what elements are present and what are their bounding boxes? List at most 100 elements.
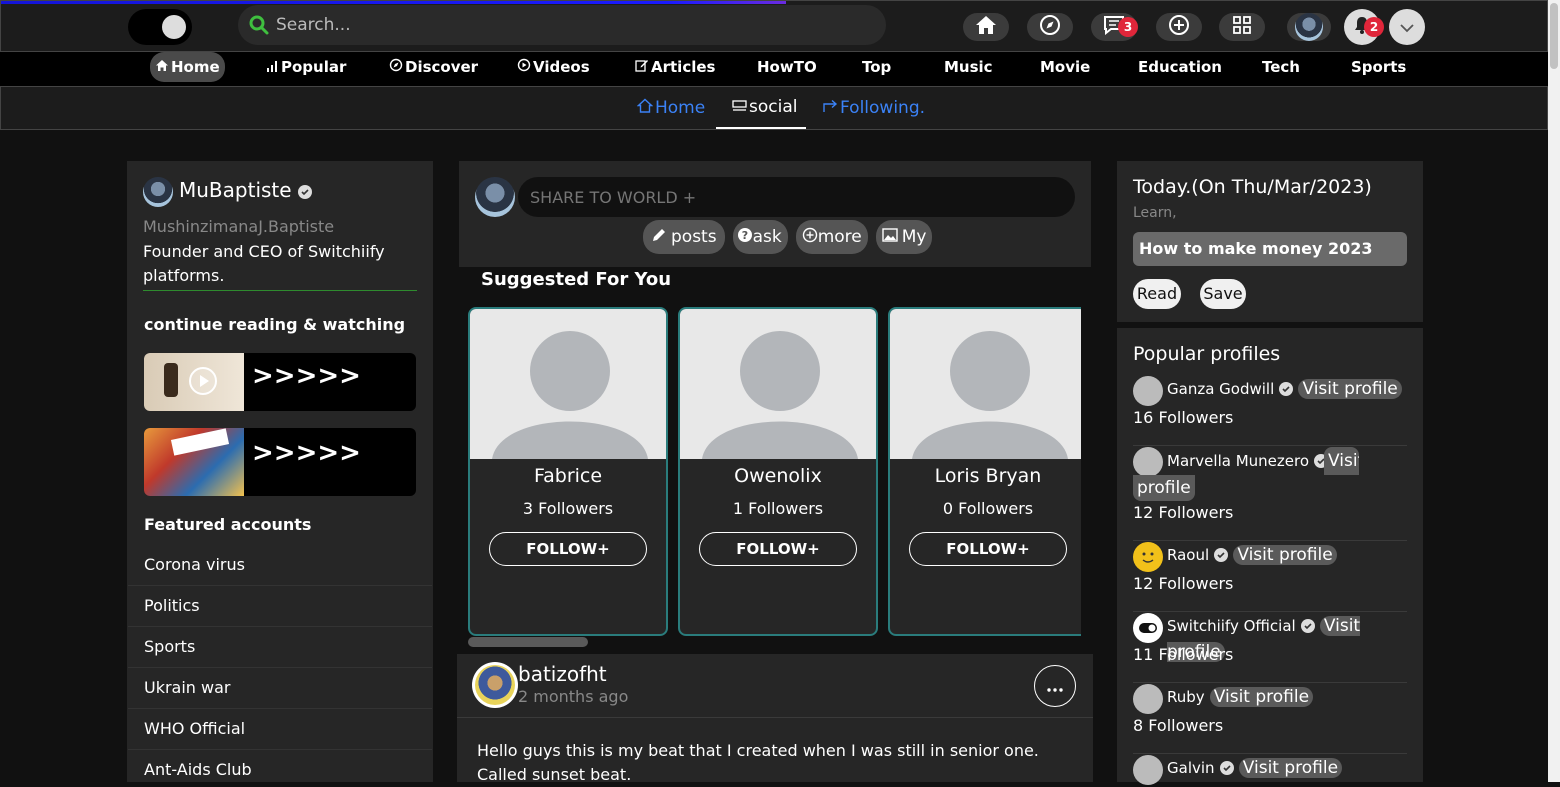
more-horizontal-icon	[1047, 677, 1063, 696]
continue-item-article[interactable]: >>>>>	[144, 428, 416, 496]
visit-profile-button[interactable]: Visit profile	[1209, 687, 1314, 707]
follow-button[interactable]: FOLLOW+	[699, 532, 857, 566]
nav-education[interactable]: Education	[1133, 52, 1227, 82]
page-scrollbar[interactable]	[1548, 0, 1560, 782]
suggestion-name[interactable]: Loris Bryan	[890, 465, 1081, 487]
divider	[1133, 540, 1407, 541]
tab-home[interactable]: Home	[636, 87, 706, 129]
theme-toggle[interactable]	[128, 9, 192, 45]
popular-profile: Raoul Visit profile	[1133, 542, 1407, 568]
nav-sports-label: Sports	[1351, 58, 1407, 76]
featured-item[interactable]: Politics	[144, 596, 200, 615]
more-button[interactable]: more	[795, 220, 868, 254]
search-icon	[248, 14, 270, 40]
suggestion-card: Fabrice 3 Followers FOLLOW+	[468, 307, 668, 636]
popular-title: Popular profiles	[1133, 343, 1281, 365]
nav-articles[interactable]: Articles	[630, 52, 720, 82]
nav-music-label: Music	[944, 58, 993, 76]
follow-button[interactable]: FOLLOW+	[909, 532, 1067, 566]
create-button[interactable]	[1156, 13, 1202, 41]
apps-button[interactable]	[1219, 13, 1265, 41]
popular-profile-name[interactable]: Raoul	[1167, 546, 1209, 564]
suggestion-followers: 1 Followers	[732, 499, 824, 518]
profile-button[interactable]	[1287, 13, 1331, 41]
messages-button[interactable]: 3	[1091, 13, 1138, 41]
popular-profile-name[interactable]: Ganza Godwill	[1167, 380, 1274, 398]
verified-icon	[1279, 382, 1294, 396]
visit-profile-button[interactable]: Visit profile	[1233, 545, 1337, 565]
popular-profile-name[interactable]: Galvin	[1167, 759, 1215, 777]
featured-item[interactable]: Sports	[144, 637, 195, 656]
divider	[1133, 445, 1407, 446]
nav-music[interactable]: Music	[939, 52, 998, 82]
follow-button[interactable]: FOLLOW+	[489, 532, 647, 566]
popular-profile-name[interactable]: Ruby	[1167, 688, 1205, 706]
explore-button[interactable]	[1027, 13, 1073, 41]
nav-articles-label: Articles	[651, 58, 716, 76]
account-menu-button[interactable]	[1389, 9, 1425, 45]
home-button[interactable]	[963, 13, 1009, 41]
plus-circle-icon	[802, 227, 818, 248]
ask-button-label: ask	[752, 227, 782, 247]
scrollbar-thumb[interactable]	[1550, 3, 1558, 69]
thumb-logo	[170, 428, 230, 456]
composer-input[interactable]	[518, 177, 1075, 217]
featured-item[interactable]: Ant-Aids Club	[144, 760, 252, 779]
divider	[128, 708, 432, 709]
featured-item[interactable]: Ukrain war	[144, 678, 231, 697]
today-title: Today.(On Thu/Mar/2023)	[1133, 176, 1372, 198]
nav-tech-label: Tech	[1262, 58, 1300, 76]
popular-profile: Ruby Visit profile	[1133, 684, 1407, 710]
nav-howto[interactable]: HowTO	[752, 52, 822, 82]
tab-social[interactable]: social	[716, 87, 806, 129]
tab-following[interactable]: Following.	[822, 87, 925, 129]
visit-profile-button[interactable]: Visit profile	[1298, 379, 1402, 399]
my-button-label: My	[901, 227, 927, 247]
composer-actions: posts ? ask more My	[643, 220, 933, 254]
nav-discover[interactable]: Discover	[384, 52, 483, 82]
suggestion-name[interactable]: Owenolix	[680, 465, 876, 487]
suggestion-name[interactable]: Fabrice	[470, 465, 666, 487]
nav-sports[interactable]: Sports	[1346, 52, 1411, 82]
post-author[interactable]: batizofht	[518, 662, 607, 686]
verified-icon	[1300, 619, 1315, 633]
carousel-scrollbar[interactable]	[468, 637, 588, 647]
plus-circle-icon	[1168, 14, 1190, 40]
avatar-placeholder	[470, 309, 666, 459]
nav-home-label: Home	[171, 58, 220, 76]
nav-popular-label: Popular	[281, 58, 347, 76]
profile-username[interactable]: MuBaptiste	[179, 178, 312, 202]
featured-item[interactable]: WHO Official	[144, 719, 245, 738]
featured-item[interactable]: Corona virus	[144, 555, 245, 574]
my-button[interactable]: My	[875, 220, 933, 254]
save-button[interactable]: Save	[1200, 279, 1246, 309]
toggle-knob	[162, 15, 186, 39]
post-options-button[interactable]	[1034, 665, 1076, 707]
nav-popular[interactable]: Popular	[261, 52, 351, 82]
tab-following-label: Following.	[840, 98, 926, 118]
post-author-avatar[interactable]	[472, 662, 518, 708]
ask-button[interactable]: ? ask	[732, 220, 788, 254]
nav-top[interactable]: Top	[857, 52, 896, 82]
nav-discover-label: Discover	[405, 58, 479, 76]
today-headline[interactable]: How to make money 2023	[1133, 232, 1407, 266]
popular-profile-name[interactable]: Switchiify Official	[1167, 617, 1296, 635]
post-time: 2 months ago	[518, 687, 629, 706]
nav-videos[interactable]: Videos	[512, 52, 595, 82]
suggestion-followers: 3 Followers	[522, 499, 614, 518]
nav-tech[interactable]: Tech	[1257, 52, 1305, 82]
nav-movie[interactable]: Movie	[1035, 52, 1095, 82]
home-icon	[975, 15, 997, 39]
nav-home[interactable]: Home	[150, 52, 225, 82]
post-button[interactable]: posts	[643, 220, 725, 254]
verified-icon	[1219, 761, 1234, 775]
profile-avatar[interactable]	[143, 177, 173, 207]
visit-profile-button[interactable]: Visit profile	[1238, 758, 1343, 778]
continue-item-video[interactable]: >>>>>	[144, 353, 416, 411]
search-input[interactable]	[276, 5, 866, 45]
tab-home-label: Home	[655, 98, 706, 118]
notifications-button[interactable]: 2	[1344, 9, 1384, 45]
popular-profile-name[interactable]: Marvella Munezero	[1167, 452, 1309, 470]
divider	[1133, 682, 1407, 683]
read-button[interactable]: Read	[1133, 279, 1181, 309]
